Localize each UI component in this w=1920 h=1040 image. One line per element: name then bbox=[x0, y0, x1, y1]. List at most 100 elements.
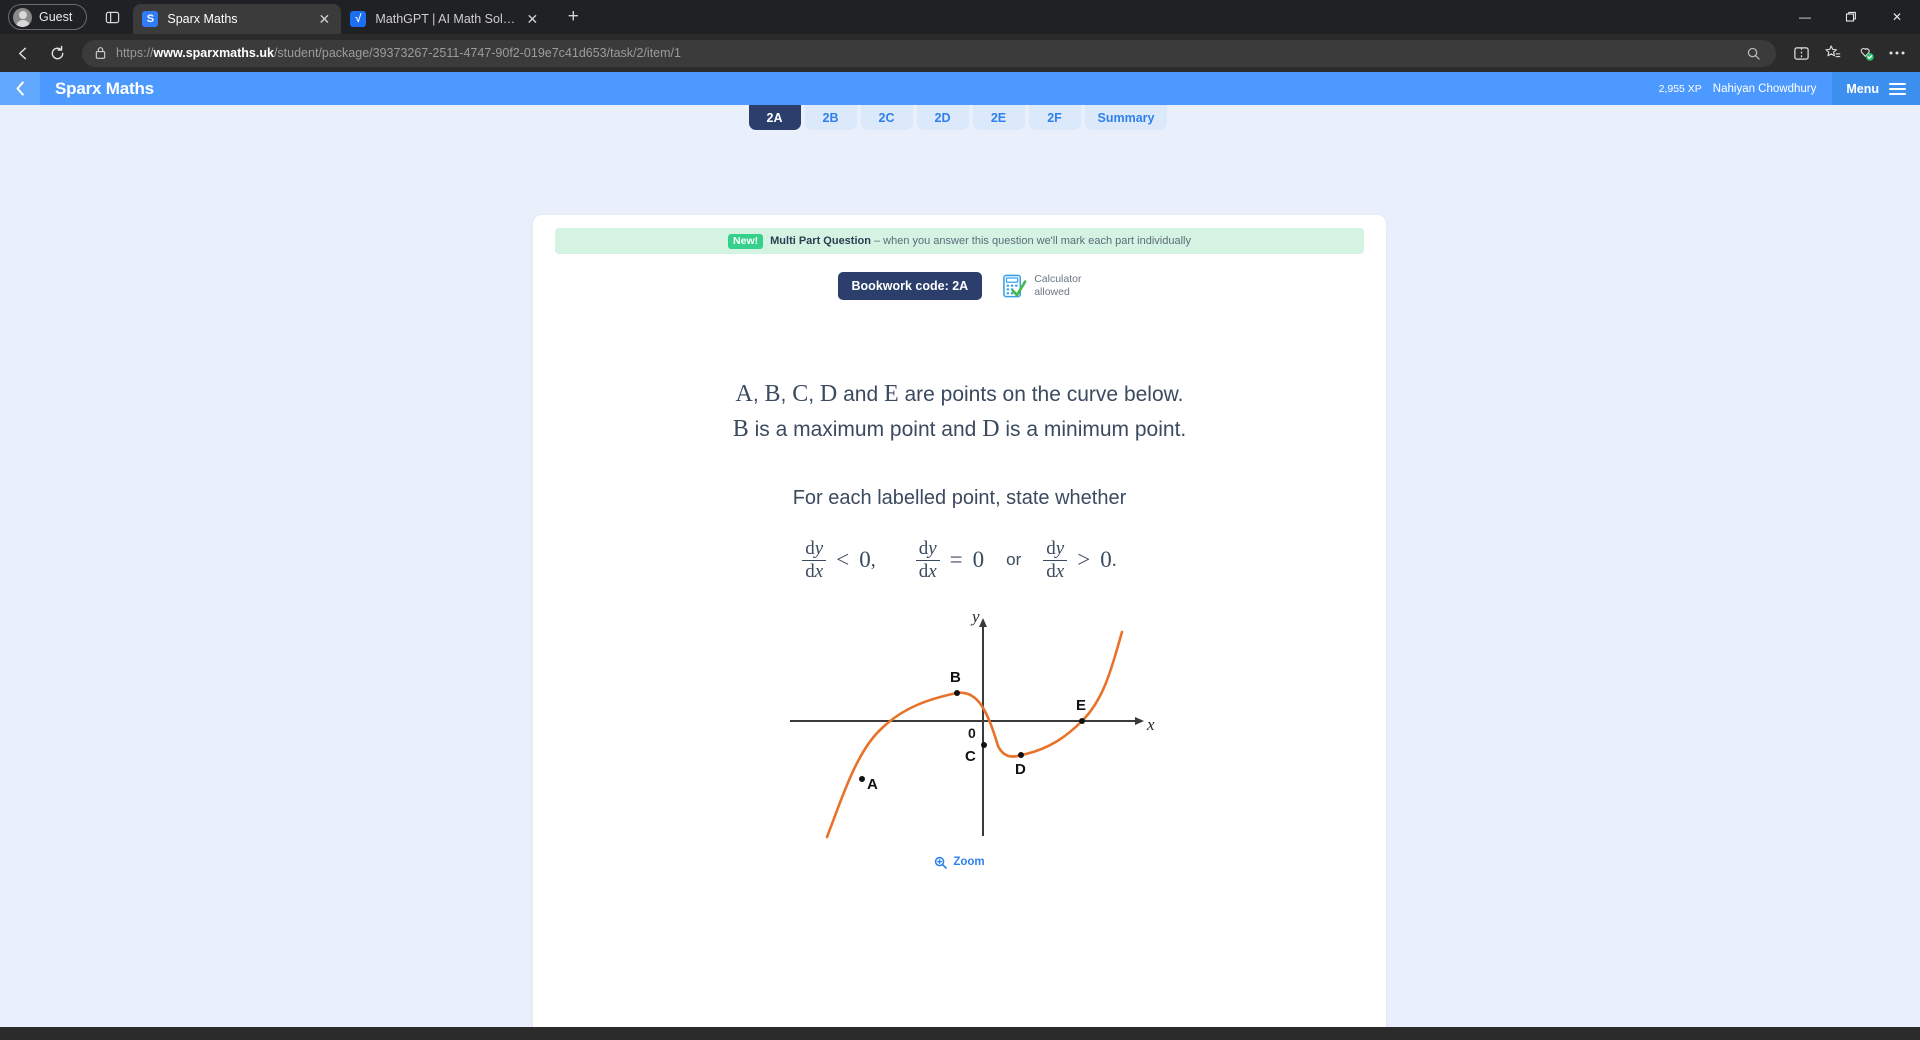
address-bar[interactable]: https://www.sparxmaths.uk/student/packag… bbox=[82, 38, 1776, 68]
tab-summary[interactable]: Summary bbox=[1084, 105, 1168, 130]
point-e-label: E bbox=[1076, 697, 1086, 714]
calculator-allowed-note: Calculator allowed bbox=[1002, 273, 1081, 300]
mathgpt-favicon-icon: √ bbox=[350, 11, 367, 27]
profile-label: Guest bbox=[39, 10, 73, 24]
close-icon[interactable]: ✕ bbox=[524, 11, 540, 28]
zero-value-1: 0 bbox=[859, 547, 871, 573]
tab-2d[interactable]: 2D bbox=[916, 105, 969, 130]
reload-icon[interactable] bbox=[42, 38, 72, 68]
sep-3: , bbox=[808, 383, 820, 406]
maximize-glyph bbox=[1845, 11, 1856, 22]
tab-2f[interactable]: 2F bbox=[1028, 105, 1081, 130]
graph-container: y x 0 A B C D E bbox=[573, 604, 1346, 844]
menu-button[interactable]: Menu bbox=[1832, 72, 1920, 105]
zoom-button[interactable]: Zoom bbox=[573, 856, 1346, 869]
banner-bold-text: Multi Part Question bbox=[770, 235, 871, 247]
tab-2c[interactable]: 2C bbox=[860, 105, 913, 130]
search-icon[interactable] bbox=[1738, 38, 1768, 68]
url-text: https://www.sparxmaths.uk/student/packag… bbox=[116, 46, 1729, 60]
app-header: Sparx Maths 2,955 XP Nahiyan Chowdhury M… bbox=[0, 72, 1920, 105]
app-back-button[interactable] bbox=[0, 72, 40, 105]
lock-icon bbox=[95, 47, 106, 59]
minimize-icon[interactable]: — bbox=[1782, 0, 1828, 34]
user-name: Nahiyan Chowdhury bbox=[1712, 82, 1817, 95]
origin-label: 0 bbox=[968, 725, 976, 741]
avatar bbox=[13, 7, 32, 27]
browser-tab-strip: Guest S Sparx Maths ✕ √ MathGPT | AI Mat… bbox=[0, 0, 1920, 34]
browser-tab-mathgpt[interactable]: √ MathGPT | AI Math Solver & Hom ✕ bbox=[341, 4, 549, 34]
derivative-fraction-2: dy dx bbox=[915, 537, 940, 582]
close-window-icon[interactable]: ✕ bbox=[1874, 0, 1920, 34]
point-b-marker bbox=[953, 689, 960, 696]
app-title: Sparx Maths bbox=[55, 78, 154, 98]
x-axis-label: x bbox=[1146, 715, 1155, 734]
point-label-a: A bbox=[735, 381, 753, 407]
close-icon[interactable]: ✕ bbox=[316, 11, 332, 28]
point-e-marker bbox=[1078, 717, 1085, 724]
split-screen-icon[interactable] bbox=[1786, 38, 1816, 68]
tab-2b[interactable]: 2B bbox=[804, 105, 857, 130]
question-body: A, B, C, D and E are points on the curve… bbox=[533, 378, 1386, 869]
split-glyph bbox=[1793, 46, 1809, 60]
star-glyph bbox=[1825, 45, 1841, 58]
search-glyph bbox=[1747, 47, 1760, 60]
calculator-line-2: allowed bbox=[1034, 286, 1070, 298]
new-badge: New! bbox=[728, 233, 764, 249]
y-axis-label: y bbox=[970, 607, 980, 626]
new-tab-button[interactable]: + bbox=[559, 3, 587, 31]
calculator-line-1: Calculator bbox=[1034, 272, 1082, 285]
curve-graph: y x 0 A B C D E bbox=[789, 607, 1155, 838]
d-symbol: d bbox=[918, 560, 929, 582]
collections-icon[interactable] bbox=[1850, 38, 1880, 68]
magnifier-plus-icon bbox=[935, 856, 948, 869]
task-tabs: 2A 2B 2C 2D 2E 2F Summary bbox=[0, 105, 1920, 133]
period-punctuation: . bbox=[1111, 548, 1117, 571]
y-symbol: y bbox=[928, 537, 937, 559]
browser-toolbar: https://www.sparxmaths.uk/student/packag… bbox=[0, 34, 1920, 72]
zoom-label: Zoom bbox=[953, 856, 985, 869]
url-path: /student/package/39373267-2511-4747-90f2… bbox=[273, 46, 681, 60]
question-card: New! Multi Part Question – when you answ… bbox=[533, 215, 1386, 1027]
question-line-2: B is a maximum point and D is a minimum … bbox=[573, 413, 1346, 446]
fraction-denominator: dx bbox=[1043, 559, 1068, 582]
xp-counter: 2,955 XP bbox=[1658, 82, 1702, 95]
browser-tab-sparx[interactable]: S Sparx Maths ✕ bbox=[133, 4, 342, 34]
calculator-icon bbox=[1003, 274, 1027, 297]
back-icon[interactable] bbox=[8, 38, 38, 68]
question-line-3: For each labelled point, state whether bbox=[792, 487, 1127, 510]
favorites-icon[interactable] bbox=[1818, 38, 1848, 68]
url-host: www.sparxmaths.uk bbox=[153, 46, 274, 60]
collections-glyph bbox=[1860, 47, 1874, 61]
hamburger-icon bbox=[1889, 82, 1906, 95]
settings-more-icon[interactable] bbox=[1882, 38, 1912, 68]
question-line-1: A, B, C, D and E are points on the curve… bbox=[573, 378, 1346, 411]
x-symbol: x bbox=[1055, 560, 1065, 582]
point-label-d-2: D bbox=[982, 416, 1000, 443]
bookwork-code-badge: Bookwork code: 2A bbox=[837, 272, 983, 300]
and-word: and bbox=[837, 383, 884, 406]
point-label-d: D bbox=[819, 381, 838, 407]
line-1-tail: are points on the curve below. bbox=[898, 383, 1184, 406]
browser-window: Guest S Sparx Maths ✕ √ MathGPT | AI Mat… bbox=[0, 0, 1920, 1040]
zero-value-2: 0 bbox=[972, 547, 985, 573]
derivative-fraction-1: dy dx bbox=[802, 538, 827, 582]
sep-1: , bbox=[752, 383, 765, 406]
tab-actions-icon[interactable] bbox=[97, 3, 127, 31]
relation-less-than: < bbox=[836, 547, 850, 573]
line-2-mid: is a maximum point and bbox=[748, 418, 983, 442]
sparx-favicon-icon: S bbox=[142, 11, 159, 27]
fraction-numerator: dy bbox=[1043, 537, 1067, 560]
y-symbol: y bbox=[1055, 537, 1065, 559]
point-label-c: C bbox=[792, 381, 809, 407]
sep-2: , bbox=[780, 383, 793, 406]
reload-glyph bbox=[51, 45, 63, 59]
app-header-right: 2,955 XP Nahiyan Chowdhury Menu bbox=[1659, 72, 1920, 105]
derivative-options: dy dx < 0 , dy dx = 0 or dy dx > 0 . bbox=[573, 537, 1346, 582]
tab-2e[interactable]: 2E bbox=[972, 105, 1025, 130]
taskbar bbox=[0, 1027, 1920, 1040]
maximize-icon[interactable] bbox=[1828, 0, 1874, 34]
profile-button[interactable]: Guest bbox=[8, 4, 88, 30]
window-controls: — ✕ bbox=[1782, 0, 1920, 34]
menu-label: Menu bbox=[1846, 81, 1879, 96]
tab-2a[interactable]: 2A bbox=[748, 105, 801, 130]
